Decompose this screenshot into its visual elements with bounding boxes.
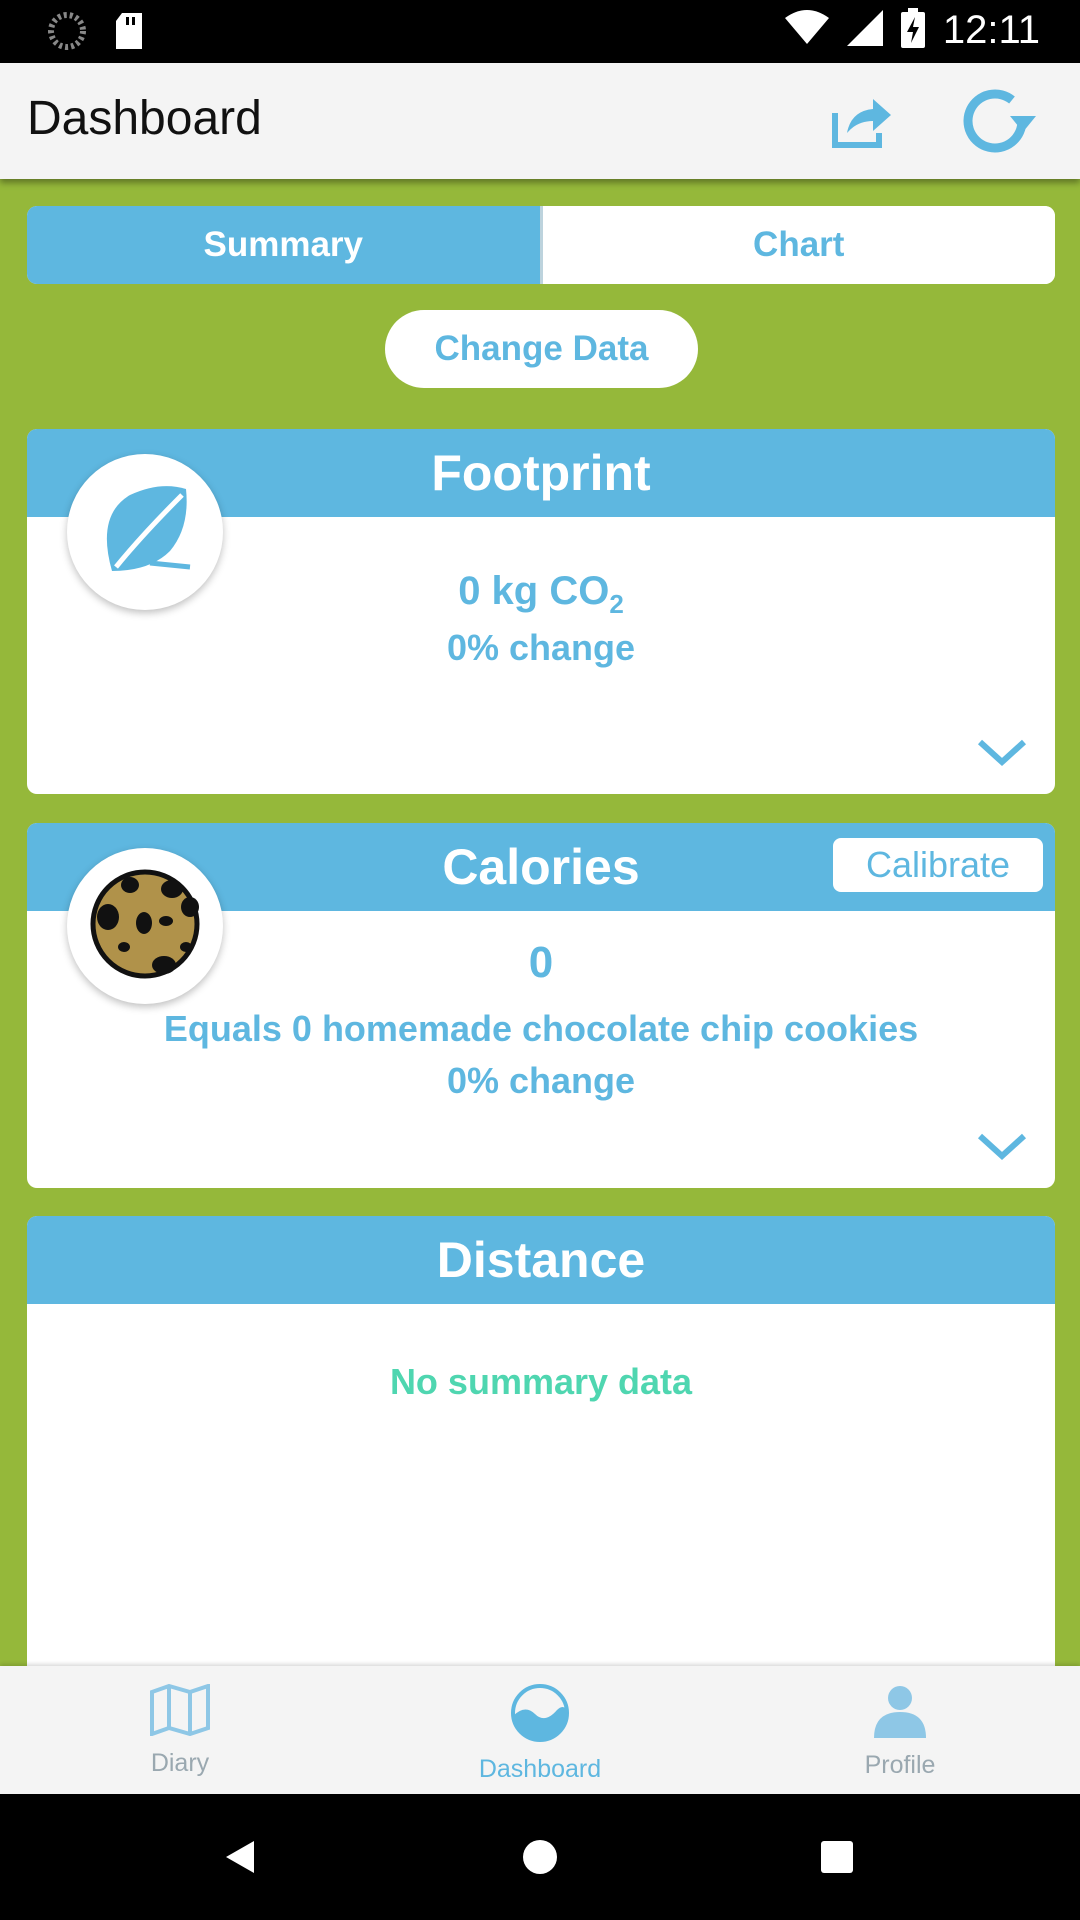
- calories-equivalent: Equals 0 homemade chocolate chip cookies: [163, 1008, 919, 1049]
- loading-icon: [48, 12, 86, 55]
- refresh-button[interactable]: [960, 85, 1040, 161]
- view-tabs: Summary Chart: [27, 206, 1055, 284]
- nav-profile-label: Profile: [864, 1751, 936, 1779]
- tab-chart[interactable]: Chart: [539, 206, 1055, 284]
- footprint-value: 0 kg CO2: [458, 569, 624, 619]
- footprint-expand-button[interactable]: [974, 734, 1030, 770]
- home-button[interactable]: [515, 1834, 565, 1884]
- distance-card: Distance No summary data: [27, 1216, 1055, 1686]
- wifi-icon: [784, 10, 829, 51]
- chevron-down-icon: [974, 739, 1030, 774]
- page-title: Dashboard: [27, 92, 262, 145]
- sd-card-icon: [114, 13, 144, 54]
- calories-change: 0% change: [446, 1060, 636, 1101]
- calories-title: Calories: [442, 839, 640, 895]
- distance-title: Distance: [436, 1232, 646, 1288]
- back-button[interactable]: [215, 1834, 265, 1884]
- share-button[interactable]: [822, 85, 902, 161]
- tab-summary[interactable]: Summary: [27, 206, 540, 284]
- footprint-card: Footprint 0 kg CO2 0% change: [27, 429, 1055, 794]
- nav-profile[interactable]: Profile: [720, 1666, 1080, 1794]
- distance-empty-text: No summary data: [389, 1361, 693, 1402]
- change-data-button[interactable]: Change Data: [385, 310, 698, 388]
- nav-dashboard[interactable]: Dashboard: [360, 1666, 720, 1794]
- dashboard-icon: [509, 1684, 571, 1747]
- status-bar: 12:11: [0, 0, 1080, 63]
- refresh-icon: [962, 88, 1038, 159]
- footprint-change: 0% change: [446, 627, 636, 668]
- home-circle-icon: [520, 1837, 560, 1882]
- chevron-down-icon: [974, 1133, 1030, 1168]
- signal-icon: [846, 10, 883, 51]
- recents-button[interactable]: [812, 1834, 862, 1884]
- nav-dashboard-label: Dashboard: [478, 1755, 602, 1783]
- calories-expand-button[interactable]: [974, 1128, 1030, 1164]
- footprint-title: Footprint: [431, 445, 651, 501]
- map-icon: [149, 1683, 211, 1741]
- nav-diary-label: Diary: [150, 1749, 210, 1777]
- back-triangle-icon: [220, 1837, 260, 1882]
- co2-subscript: 2: [609, 589, 624, 619]
- recents-square-icon: [817, 1837, 857, 1882]
- clock: 12:11: [942, 8, 1040, 52]
- share-icon: [829, 93, 895, 154]
- calibrate-button[interactable]: Calibrate: [833, 838, 1043, 892]
- bottom-nav: Diary Dashboard Profile: [0, 1666, 1080, 1794]
- battery-charging-icon: [900, 8, 925, 53]
- system-nav-bar: [0, 1794, 1080, 1920]
- nav-diary[interactable]: Diary: [0, 1666, 360, 1794]
- profile-icon: [872, 1684, 928, 1743]
- distance-header: Distance: [27, 1216, 1055, 1304]
- app-bar: Dashboard: [0, 63, 1080, 179]
- calories-value: 0: [528, 938, 554, 987]
- calories-card: Calories Calibrate 0 Equals 0 homemade c…: [27, 823, 1055, 1188]
